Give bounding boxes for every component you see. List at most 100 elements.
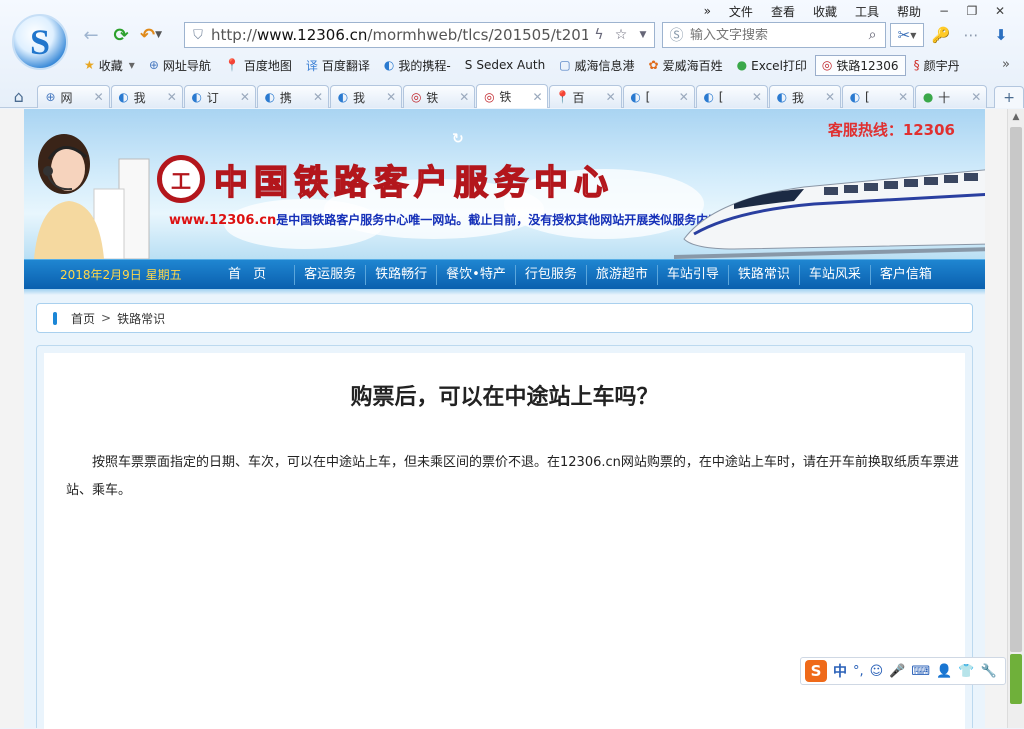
browser-tab[interactable]: ● 十 ✕ xyxy=(915,85,988,108)
nav-item[interactable]: 车站风采 xyxy=(798,264,870,285)
search-icon[interactable]: ⌕ xyxy=(860,27,885,43)
punctuation-icon[interactable]: °, xyxy=(853,664,864,679)
close-window-button[interactable]: ✕ xyxy=(986,4,1014,18)
nav-item[interactable]: 旅游超市 xyxy=(585,264,657,285)
tab-close-icon[interactable]: ✕ xyxy=(385,90,397,104)
menu-tools[interactable]: 工具 xyxy=(846,3,888,20)
home-button[interactable]: ⌂ xyxy=(0,84,37,108)
breadcrumb-home[interactable]: 首页 xyxy=(71,310,95,327)
notice-url[interactable]: www.12306.cn xyxy=(169,213,276,228)
browser-tab[interactable]: ◎ 铁 ✕ xyxy=(403,85,476,108)
minimize-button[interactable]: − xyxy=(930,4,958,18)
search-box[interactable]: Ⓢ ⌕ xyxy=(662,22,886,48)
tab-close-icon[interactable]: ✕ xyxy=(239,90,251,104)
search-input[interactable] xyxy=(689,27,860,43)
tab-favicon-icon: ◎ xyxy=(484,89,495,104)
lightning-icon[interactable]: ϟ xyxy=(588,27,610,43)
new-tab-button[interactable]: + xyxy=(994,86,1024,108)
sogou-logo-icon[interactable]: S xyxy=(805,660,827,682)
bookmark-item[interactable]: 译百度翻译 xyxy=(300,56,376,75)
nav-item[interactable]: 行包服务 xyxy=(514,264,586,285)
browser-tab[interactable]: ◐ [✕ xyxy=(695,85,768,108)
bookmark-item[interactable]: ● Excel打印 xyxy=(731,56,813,75)
menu-help[interactable]: 帮助 xyxy=(888,3,930,20)
nav-item[interactable]: 客户信箱 xyxy=(869,264,941,285)
key-button[interactable]: 🔑 xyxy=(928,23,954,47)
star-icon[interactable]: ☆ xyxy=(610,27,632,43)
browser-tab[interactable]: ◐ 我 ✕ xyxy=(330,85,403,108)
undo-button[interactable]: ↶ ▼ xyxy=(136,23,166,47)
browser-tab[interactable]: ◐ [✕ xyxy=(842,85,915,108)
download-icon: ⬇ xyxy=(994,26,1008,44)
tab-close-icon[interactable]: ✕ xyxy=(166,90,178,104)
nav-item[interactable]: 铁路常识 xyxy=(727,264,799,285)
browser-tab[interactable]: ◐ 我 ✕ xyxy=(768,85,842,108)
settings-wrench-icon[interactable]: 🔧 xyxy=(981,664,997,679)
more-button[interactable]: ⋯ xyxy=(958,23,984,47)
download-button[interactable]: ⬇ xyxy=(988,23,1014,47)
tab-favicon-icon: ◐ xyxy=(118,90,129,104)
ime-mode-toggle[interactable]: 中 xyxy=(833,661,847,681)
tab-close-icon[interactable]: ✕ xyxy=(531,90,543,104)
refresh-button[interactable]: ⟳ xyxy=(106,23,136,47)
browser-tab[interactable]: 📍 百 ✕ xyxy=(549,85,622,108)
menu-more-icon[interactable]: » xyxy=(695,4,720,18)
more-dots-icon: ⋯ xyxy=(963,26,979,44)
tab-close-icon[interactable]: ✕ xyxy=(751,90,763,104)
browser-tab[interactable]: ◐ 携 ✕ xyxy=(256,85,330,108)
tab-close-icon[interactable]: ✕ xyxy=(312,90,324,104)
chevron-down-icon: ▾ xyxy=(128,58,135,72)
tab-close-icon[interactable]: ✕ xyxy=(824,90,836,104)
menu-view[interactable]: 查看 xyxy=(762,3,804,20)
bookmark-item[interactable]: ◐ 我的携程- xyxy=(378,56,457,75)
tab-close-icon[interactable]: ✕ xyxy=(897,90,909,104)
tab-favicon-icon: ◐ xyxy=(849,90,861,104)
nav-item[interactable]: 铁路畅行 xyxy=(365,264,436,285)
bookmark-item[interactable]: S Sedex Auth xyxy=(459,57,551,73)
nav-item[interactable]: 首 页 xyxy=(214,265,294,285)
emoji-icon[interactable]: ☺ xyxy=(870,664,884,679)
bookmark-label: 百度翻译 xyxy=(321,58,370,73)
site-banner: ↻ 客服热线：12306 工 中国铁路客户服务中心 www.12306.cn是中… xyxy=(24,109,985,259)
bookmarks-more-icon[interactable]: » xyxy=(1002,57,1010,72)
toolbar-tools: ✂ ▼ 🔑 ⋯ ⬇ xyxy=(890,22,1014,48)
nav-item[interactable]: 车站引导 xyxy=(656,264,728,285)
page-scrollbar[interactable]: ▲ xyxy=(1007,109,1024,728)
menu-file[interactable]: 文件 xyxy=(720,3,762,20)
browser-tab[interactable]: ◐ [✕ xyxy=(622,85,695,108)
tab-close-icon[interactable]: ✕ xyxy=(93,90,105,104)
scroll-thumb[interactable] xyxy=(1010,127,1022,652)
bookmark-item[interactable]: ▢ 威海信息港 xyxy=(553,56,640,75)
browser-logo[interactable]: S xyxy=(12,14,68,70)
tab-close-icon[interactable]: ✕ xyxy=(458,90,470,104)
browser-tab[interactable]: ◐ 我 ✕ xyxy=(110,85,183,108)
scissors-button[interactable]: ✂ ▼ xyxy=(890,23,924,47)
bookmark-item[interactable]: ★ 收藏 ▾ xyxy=(78,56,141,75)
bookmark-item[interactable]: ◎ 铁路12306 xyxy=(814,54,906,76)
skin-icon[interactable]: 👕 xyxy=(958,664,974,679)
address-bar[interactable]: ⛉ http://www.12306.cn/mormhweb/tlcs/2015… xyxy=(184,22,655,48)
breadcrumb-current[interactable]: 铁路常识 xyxy=(117,310,165,327)
browser-tab[interactable]: ◐ 订 ✕ xyxy=(183,85,256,108)
url-dropdown-icon[interactable]: ▼ xyxy=(632,30,654,40)
menu-favorites[interactable]: 收藏 xyxy=(804,3,846,20)
microphone-icon[interactable]: 🎤 xyxy=(889,664,905,679)
nav-item[interactable]: 餐饮•特产 xyxy=(436,264,515,285)
back-button[interactable]: ← xyxy=(76,23,106,47)
bookmark-item[interactable]: § 颜宇丹 xyxy=(908,56,966,75)
tab-close-icon[interactable]: ✕ xyxy=(678,90,690,104)
bookmark-item[interactable]: ⊕ 网址导航 xyxy=(143,56,217,75)
bookmark-item[interactable]: 📍 百度地图 xyxy=(219,56,298,75)
restore-button[interactable]: ❐ xyxy=(958,4,986,18)
scroll-up-icon[interactable]: ▲ xyxy=(1008,109,1024,125)
nav-item[interactable]: 客运服务 xyxy=(294,264,365,285)
bookmark-item[interactable]: ✿ 爱威海百姓 xyxy=(643,56,729,75)
browser-tab[interactable]: ◎ 铁 ✕ xyxy=(476,84,549,108)
user-icon[interactable]: 👤 xyxy=(936,664,952,679)
browser-tab[interactable]: ⊕ 网 ✕ xyxy=(37,85,110,108)
tab-close-icon[interactable]: ✕ xyxy=(970,90,982,104)
keyboard-icon[interactable]: ⌨ xyxy=(911,664,930,679)
search-engine-icon[interactable]: Ⓢ xyxy=(663,25,690,45)
url-text[interactable]: http://www.12306.cn/mormhweb/tlcs/201505… xyxy=(211,26,588,44)
tab-close-icon[interactable]: ✕ xyxy=(605,90,617,104)
